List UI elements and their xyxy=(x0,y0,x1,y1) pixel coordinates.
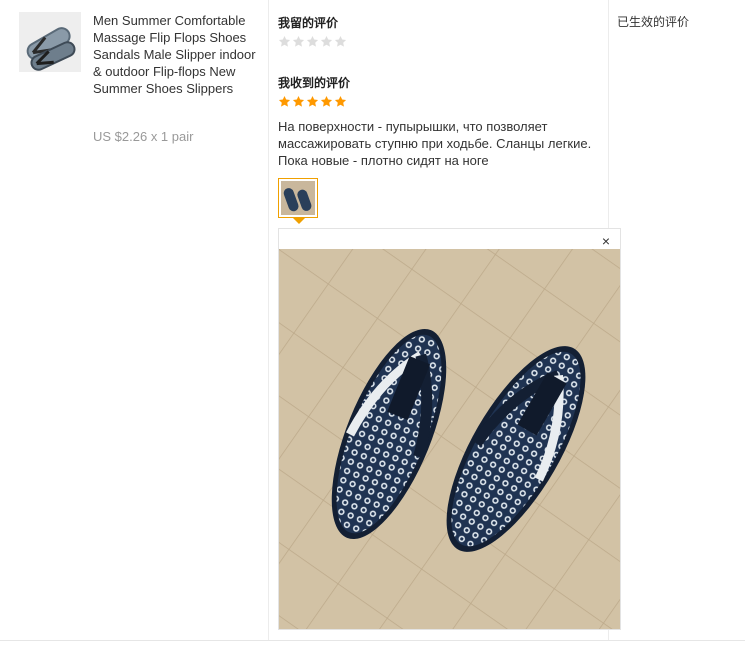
product-price: US $2.26 x 1 pair xyxy=(93,129,194,144)
product-title-link[interactable]: Men Summer Comfortable Massage Flip Flop… xyxy=(93,12,263,97)
column-divider xyxy=(268,0,269,640)
star-icon xyxy=(334,95,347,107)
star-icon xyxy=(320,95,333,107)
received-review-stars xyxy=(278,95,347,108)
star-icon xyxy=(292,95,305,107)
star-icon xyxy=(292,35,305,47)
my-review-heading: 我留的评价 xyxy=(278,16,339,30)
order-review-panel: Men Summer Comfortable Massage Flip Flop… xyxy=(0,0,745,650)
product-thumbnail[interactable] xyxy=(19,12,81,72)
star-icon xyxy=(334,35,347,47)
review-photo-thumbnail[interactable] xyxy=(278,178,318,218)
star-icon xyxy=(320,35,333,47)
received-review-heading: 我收到的评价 xyxy=(278,76,351,90)
photo-viewer: × xyxy=(278,228,621,630)
selected-thumbnail-caret xyxy=(293,218,305,224)
my-review-stars xyxy=(278,35,347,48)
effective-reviews-heading: 已生效的评价 xyxy=(617,15,690,29)
close-icon[interactable]: × xyxy=(602,233,610,249)
star-icon xyxy=(306,95,319,107)
star-icon xyxy=(278,95,291,107)
review-text: На поверхности - пупырышки, что позволяе… xyxy=(278,119,592,168)
star-icon xyxy=(306,35,319,47)
star-icon xyxy=(278,35,291,47)
review-photo xyxy=(279,249,620,629)
row-divider xyxy=(0,640,745,641)
